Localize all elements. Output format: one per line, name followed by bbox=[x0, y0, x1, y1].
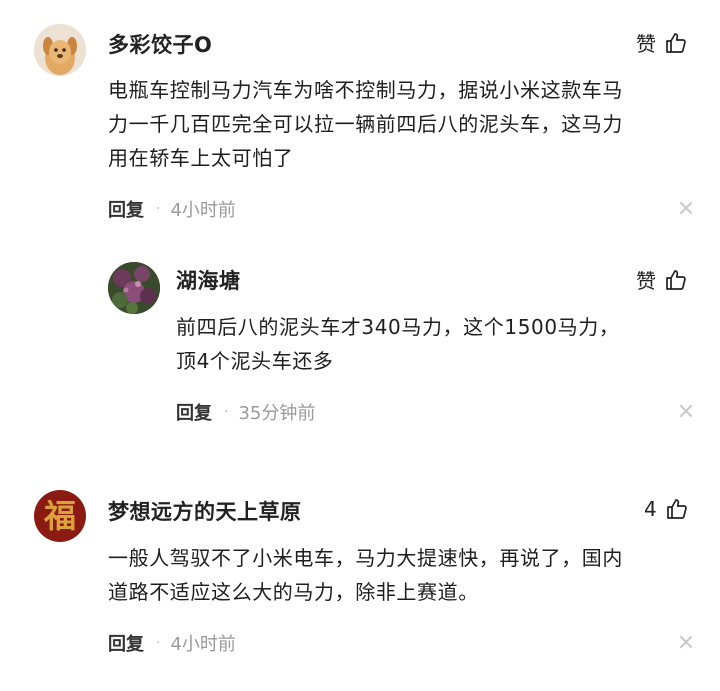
reply-button[interactable]: 回复 bbox=[108, 196, 144, 222]
avatar[interactable] bbox=[34, 24, 86, 76]
avatar[interactable]: 福 bbox=[34, 490, 86, 542]
comment-text-line: 前四后八的泥头车才340马力，这个1500马力， bbox=[176, 315, 620, 339]
comment-text-line: 道路不适应这么大的马力，除非上赛道。 bbox=[108, 580, 479, 604]
like-button[interactable]: 4 bbox=[644, 497, 689, 521]
close-icon[interactable] bbox=[679, 201, 693, 215]
reply-button[interactable]: 回复 bbox=[176, 399, 212, 425]
separator-dot: · bbox=[156, 201, 161, 217]
comment-meta: 回复 · 35分钟前 bbox=[176, 399, 315, 425]
like-button[interactable]: 赞 bbox=[636, 28, 688, 57]
comment-meta: 回复 · 4小时前 bbox=[108, 630, 236, 656]
thumbs-up-icon bbox=[666, 269, 686, 290]
like-count: 4 bbox=[644, 497, 657, 521]
comment-text: 前四后八的泥头车才340马力，这个1500马力， 顶4个泥头车还多 bbox=[176, 310, 619, 378]
comment-text-line: 顶4个泥头车还多 bbox=[176, 349, 334, 373]
comment-text-line: 一般人驾驭不了小米电车，马力大提速快，再说了，国内 bbox=[108, 546, 623, 570]
avatar[interactable] bbox=[108, 262, 160, 314]
comment-text-line: 力一千几百匹完全可以拉一辆前四后八的泥头车，这马力 bbox=[108, 112, 623, 136]
comment-text-line: 用在轿车上太可怕了 bbox=[108, 146, 294, 170]
fu-character-avatar-icon: 福 bbox=[43, 497, 76, 535]
timestamp: 4小时前 bbox=[170, 200, 236, 221]
username[interactable]: 多彩饺子O bbox=[108, 29, 212, 59]
close-icon[interactable] bbox=[679, 635, 693, 649]
flower-photo-avatar-icon bbox=[108, 262, 160, 314]
timestamp: 35分钟前 bbox=[238, 403, 316, 424]
thumbs-up-icon bbox=[666, 32, 686, 53]
like-label: 赞 bbox=[636, 269, 656, 293]
comment-text-line: 电瓶车控制马力汽车为啥不控制马力，据说小米这款车马 bbox=[108, 78, 623, 102]
like-label: 赞 bbox=[636, 32, 656, 56]
username[interactable]: 湖海塘 bbox=[176, 265, 241, 295]
reply-button[interactable]: 回复 bbox=[108, 630, 144, 656]
comment-text: 电瓶车控制马力汽车为啥不控制马力，据说小米这款车马 力一千几百匹完全可以拉一辆前… bbox=[108, 73, 623, 175]
close-icon[interactable] bbox=[679, 404, 693, 418]
username[interactable]: 梦想远方的天上草原 bbox=[108, 496, 302, 526]
thumbs-up-icon bbox=[666, 499, 687, 519]
cartoon-dog-avatar-icon bbox=[34, 24, 86, 76]
separator-dot: · bbox=[224, 404, 229, 420]
comment-text: 一般人驾驭不了小米电车，马力大提速快，再说了，国内 道路不适应这么大的马力，除非… bbox=[108, 541, 623, 609]
timestamp: 4小时前 bbox=[170, 634, 236, 655]
separator-dot: · bbox=[156, 635, 161, 651]
comment-meta: 回复 · 4小时前 bbox=[108, 196, 236, 222]
like-button[interactable]: 赞 bbox=[636, 265, 688, 294]
